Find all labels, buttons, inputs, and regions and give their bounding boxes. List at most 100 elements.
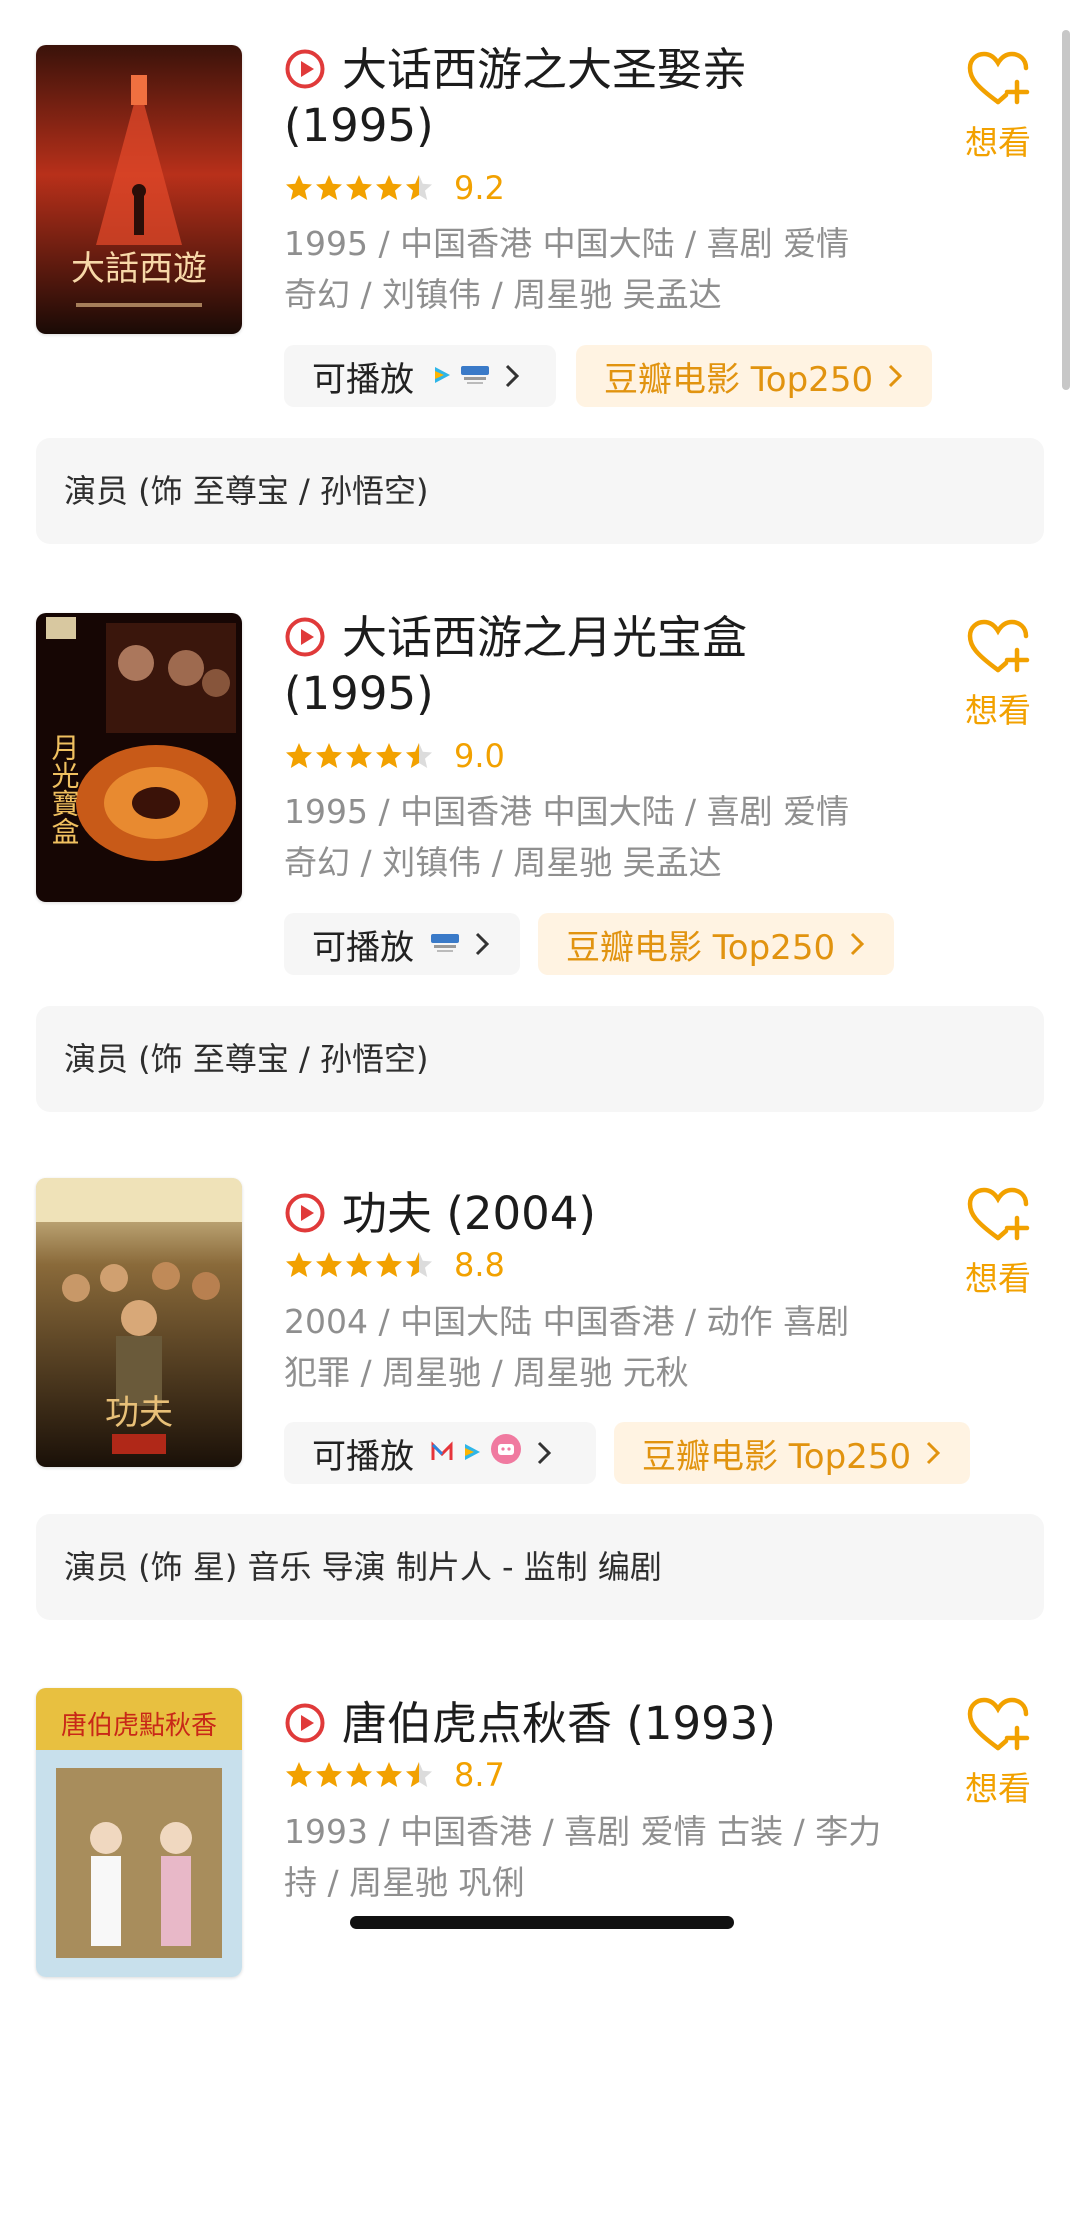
want-to-watch-button[interactable]: 想看: [950, 1186, 1046, 1300]
half-star-icon: [406, 743, 432, 768]
role-info: 演员 (饰 至尊宝 / 孙悟空): [36, 1006, 1044, 1112]
movie-meta: 2004 / 中国大陆 中国香港 / 动作 喜剧 犯罪 / 周星驰 / 周星驰 …: [284, 1302, 850, 1392]
want-label: 想看: [965, 1769, 1031, 1808]
half-star-icon: [406, 175, 432, 200]
movie-title-text: 唐伯虎点秋香: [342, 1697, 613, 1750]
star-icon: [376, 1252, 402, 1277]
role-info: 演员 (饰 星) 音乐 导演 制片人 - 监制 编剧: [36, 1514, 1044, 1620]
star-icon: [346, 1762, 372, 1787]
movie-poster[interactable]: 月光寶盒: [36, 613, 242, 902]
poster-title-text: 月光寶盒: [48, 733, 81, 845]
playable-label: 可播放: [312, 1436, 414, 1477]
star-icon: [316, 743, 342, 768]
movie-meta: 1993 / 中国香港 / 喜剧 爱情 古装 / 李力持 / 周星驰 巩俐: [284, 1812, 882, 1902]
rating-row: 9.0: [284, 736, 505, 776]
poster-title-text: 功夫: [105, 1393, 173, 1433]
star-icon: [316, 175, 342, 200]
top250-badge[interactable]: 豆瓣电影 Top250: [538, 913, 894, 975]
rating-score: 8.7: [454, 1756, 505, 1794]
scrollbar[interactable]: [1062, 30, 1070, 390]
rating-row: 8.8: [284, 1245, 505, 1285]
movie-year: (2004): [446, 1187, 596, 1240]
chevron-right-icon: [925, 1440, 941, 1466]
want-to-watch-button[interactable]: 想看: [950, 618, 1046, 732]
movie-card[interactable]: 功夫 功夫 (2004) 8.8 2004 / 中国大陆 中国香港 / 动作 喜…: [0, 1136, 1080, 1704]
poster-title-text: 唐伯虎點秋香: [61, 1711, 217, 1741]
playable-label: 可播放: [312, 927, 414, 968]
movie-poster[interactable]: 大話西遊: [36, 45, 242, 334]
star-icon: [286, 743, 312, 768]
star-icon: [376, 1762, 402, 1787]
movie-card[interactable]: 大話西遊 大话西游之大圣娶亲 (1995) 9.2 1995 / 中国香港 中国大…: [0, 0, 1080, 568]
playable-button[interactable]: 可播放: [284, 345, 556, 407]
home-indicator[interactable]: [350, 1916, 734, 1929]
star-icon: [286, 1762, 312, 1787]
star-icon: [346, 1252, 372, 1277]
movie-title-text: 大话西游之月光宝盒: [342, 611, 748, 664]
want-label: 想看: [965, 691, 1031, 730]
movie-title[interactable]: 大话西游之大圣娶亲 (1995): [284, 42, 934, 154]
top250-label: 豆瓣电影 Top250: [642, 1436, 912, 1477]
play-circle-icon: [284, 616, 326, 658]
want-to-watch-button[interactable]: 想看: [950, 50, 1046, 164]
star-icon: [316, 1762, 342, 1787]
top250-label: 豆瓣电影 Top250: [566, 927, 836, 968]
half-star-icon: [406, 1762, 432, 1787]
star-icon: [376, 175, 402, 200]
movie-title[interactable]: 唐伯虎点秋香 (1993): [284, 1696, 934, 1752]
movie-title[interactable]: 功夫 (2004): [284, 1186, 934, 1242]
want-to-watch-button[interactable]: 想看: [950, 1696, 1046, 1810]
playable-label: 可播放: [312, 359, 414, 400]
play-circle-icon: [284, 1192, 326, 1234]
rating-stars: [284, 1250, 434, 1280]
star-icon: [286, 1252, 312, 1277]
heart-plus-icon: [966, 1696, 1030, 1754]
platform-icons: [424, 356, 490, 396]
playable-button[interactable]: 可播放: [284, 1422, 596, 1484]
tencent-video-icon: [460, 1433, 484, 1473]
movie-year: (1995): [284, 99, 434, 152]
playable-button[interactable]: 可播放: [284, 913, 520, 975]
movie-meta: 1995 / 中国香港 中国大陆 / 喜剧 爱情 奇幻 / 刘镇伟 / 周星驰 …: [284, 792, 850, 882]
movie-title-text: 大话西游之大圣娶亲: [342, 43, 748, 96]
chevron-right-icon: [536, 1440, 552, 1466]
top250-label: 豆瓣电影 Top250: [604, 359, 874, 400]
play-circle-icon: [284, 1702, 326, 1744]
movie-year: (1993): [626, 1697, 776, 1750]
1905-movie-icon: [460, 356, 490, 396]
heart-plus-icon: [966, 1186, 1030, 1244]
poster-title-text: 大話西遊: [71, 249, 207, 289]
bilibili-icon: [490, 1433, 522, 1474]
movie-poster[interactable]: 功夫: [36, 1178, 242, 1467]
movie-card[interactable]: 唐伯虎點秋香 唐伯虎点秋香 (1993) 8.7 1993 / 中国香港 / 喜…: [0, 1646, 1080, 2214]
star-icon: [346, 743, 372, 768]
chevron-right-icon: [849, 931, 865, 957]
star-icon: [376, 743, 402, 768]
rating-row: 8.7: [284, 1755, 505, 1795]
migu-video-icon: [430, 1433, 454, 1473]
want-label: 想看: [965, 1259, 1031, 1298]
star-icon: [316, 1252, 342, 1277]
top250-badge[interactable]: 豆瓣电影 Top250: [614, 1422, 970, 1484]
movie-poster[interactable]: 唐伯虎點秋香: [36, 1688, 242, 1977]
movie-card[interactable]: 月光寶盒 大话西游之月光宝盒 (1995) 9.0 1995 / 中国香港 中国大…: [0, 568, 1080, 1136]
rating-score: 9.2: [454, 169, 505, 207]
rating-score: 9.0: [454, 737, 505, 775]
rating-row: 9.2: [284, 168, 505, 208]
star-icon: [286, 175, 312, 200]
want-label: 想看: [965, 123, 1031, 162]
star-icon: [346, 175, 372, 200]
tencent-video-icon: [430, 356, 454, 396]
rating-stars: [284, 1760, 434, 1790]
rating-score: 8.8: [454, 1246, 505, 1284]
1905-movie-icon: [430, 924, 460, 964]
heart-plus-icon: [966, 50, 1030, 108]
rating-stars: [284, 741, 434, 771]
platform-icons: [424, 1433, 522, 1474]
chevron-right-icon: [504, 363, 520, 389]
chevron-right-icon: [887, 363, 903, 389]
half-star-icon: [406, 1252, 432, 1277]
movie-title[interactable]: 大话西游之月光宝盒 (1995): [284, 610, 934, 722]
top250-badge[interactable]: 豆瓣电影 Top250: [576, 345, 932, 407]
platform-icons: [424, 924, 460, 964]
